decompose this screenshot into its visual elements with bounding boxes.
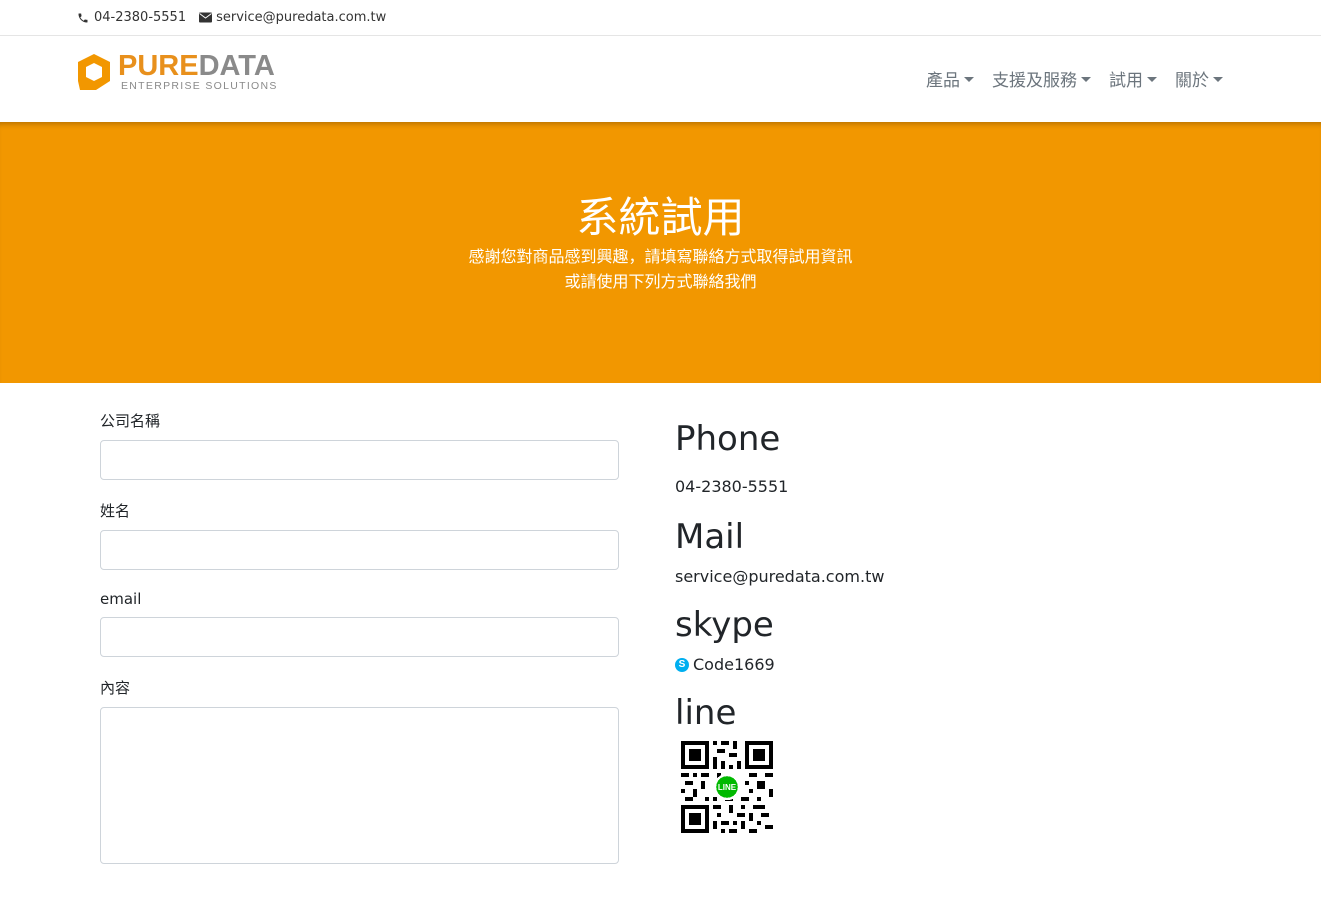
- mail-heading: Mail: [675, 517, 745, 557]
- hero-banner: 系統試用 感謝您對商品感到興趣，請填寫聯絡方式取得試用資訊 或請使用下列方式聯絡…: [0, 122, 1321, 383]
- nav-item-products[interactable]: 產品: [926, 66, 974, 91]
- topbar-phone[interactable]: 04-2380-5551: [76, 10, 186, 25]
- skype-icon: S: [675, 658, 689, 672]
- envelope-icon: [198, 11, 212, 25]
- topbar-email[interactable]: service@puredata.com.tw: [198, 10, 386, 25]
- nav-item-label: 支援及服務: [992, 71, 1077, 91]
- skype-heading: skype: [675, 605, 774, 645]
- phone-heading: Phone: [675, 419, 781, 459]
- caret-down-icon: [964, 77, 974, 82]
- contact-info: Phone 04-2380-5551 Mail service@puredata…: [675, 415, 1235, 837]
- name-input[interactable]: [100, 530, 619, 570]
- hero-subtitle-line2: 或請使用下列方式聯絡我們: [564, 272, 757, 291]
- line-qr-code-icon[interactable]: LINE: [681, 741, 773, 833]
- logo-tagline: ENTERPRISE SOLUTIONS: [121, 80, 278, 92]
- caret-down-icon: [1147, 77, 1157, 82]
- caret-down-icon: [1213, 77, 1223, 82]
- top-contact-bar: 04-2380-5551 service@puredata.com.tw: [0, 0, 1321, 36]
- nav-item-support[interactable]: 支援及服務: [992, 66, 1091, 91]
- name-label: 姓名: [100, 502, 131, 520]
- page-title: 系統試用: [576, 193, 745, 242]
- skype-value-row[interactable]: S Code1669: [675, 655, 1235, 675]
- topbar-phone-text: 04-2380-5551: [94, 10, 187, 25]
- company-input[interactable]: [100, 440, 619, 480]
- skype-value: Code1669: [693, 655, 775, 674]
- logo-brand-data: DATA: [198, 50, 275, 82]
- email-label: email: [100, 590, 142, 608]
- mail-value[interactable]: service@puredata.com.tw: [675, 567, 1235, 587]
- logo-brand-pure: PURE: [118, 50, 199, 82]
- nav-item-trial[interactable]: 試用: [1109, 66, 1157, 91]
- email-input[interactable]: [100, 617, 619, 657]
- logo-mark-icon: [78, 54, 110, 90]
- nav-item-label: 關於: [1175, 71, 1209, 91]
- topbar-email-text: service@puredata.com.tw: [216, 10, 387, 25]
- nav-item-about[interactable]: 關於: [1175, 66, 1223, 91]
- caret-down-icon: [1081, 77, 1091, 82]
- line-heading: line: [675, 693, 737, 733]
- hero-subtitle-line1: 感謝您對商品感到興趣，請填寫聯絡方式取得試用資訊: [468, 247, 853, 266]
- content-label: 內容: [100, 679, 131, 697]
- content-textarea[interactable]: [100, 707, 619, 864]
- trial-form: 公司名稱 姓名 email 內容: [100, 410, 619, 884]
- company-label: 公司名稱: [100, 412, 161, 430]
- main-navbar: PUREDATA ENTERPRISE SOLUTIONS 產品 支援及服務 試…: [0, 36, 1321, 122]
- brand-logo[interactable]: PUREDATA ENTERPRISE SOLUTIONS: [76, 52, 278, 92]
- nav-item-label: 試用: [1109, 71, 1143, 91]
- nav-menu: 產品 支援及服務 試用 關於: [908, 66, 1223, 91]
- phone-value[interactable]: 04-2380-5551: [675, 477, 1235, 497]
- phone-icon: [76, 11, 90, 25]
- nav-item-label: 產品: [926, 71, 960, 91]
- line-badge-text: LINE: [718, 783, 737, 792]
